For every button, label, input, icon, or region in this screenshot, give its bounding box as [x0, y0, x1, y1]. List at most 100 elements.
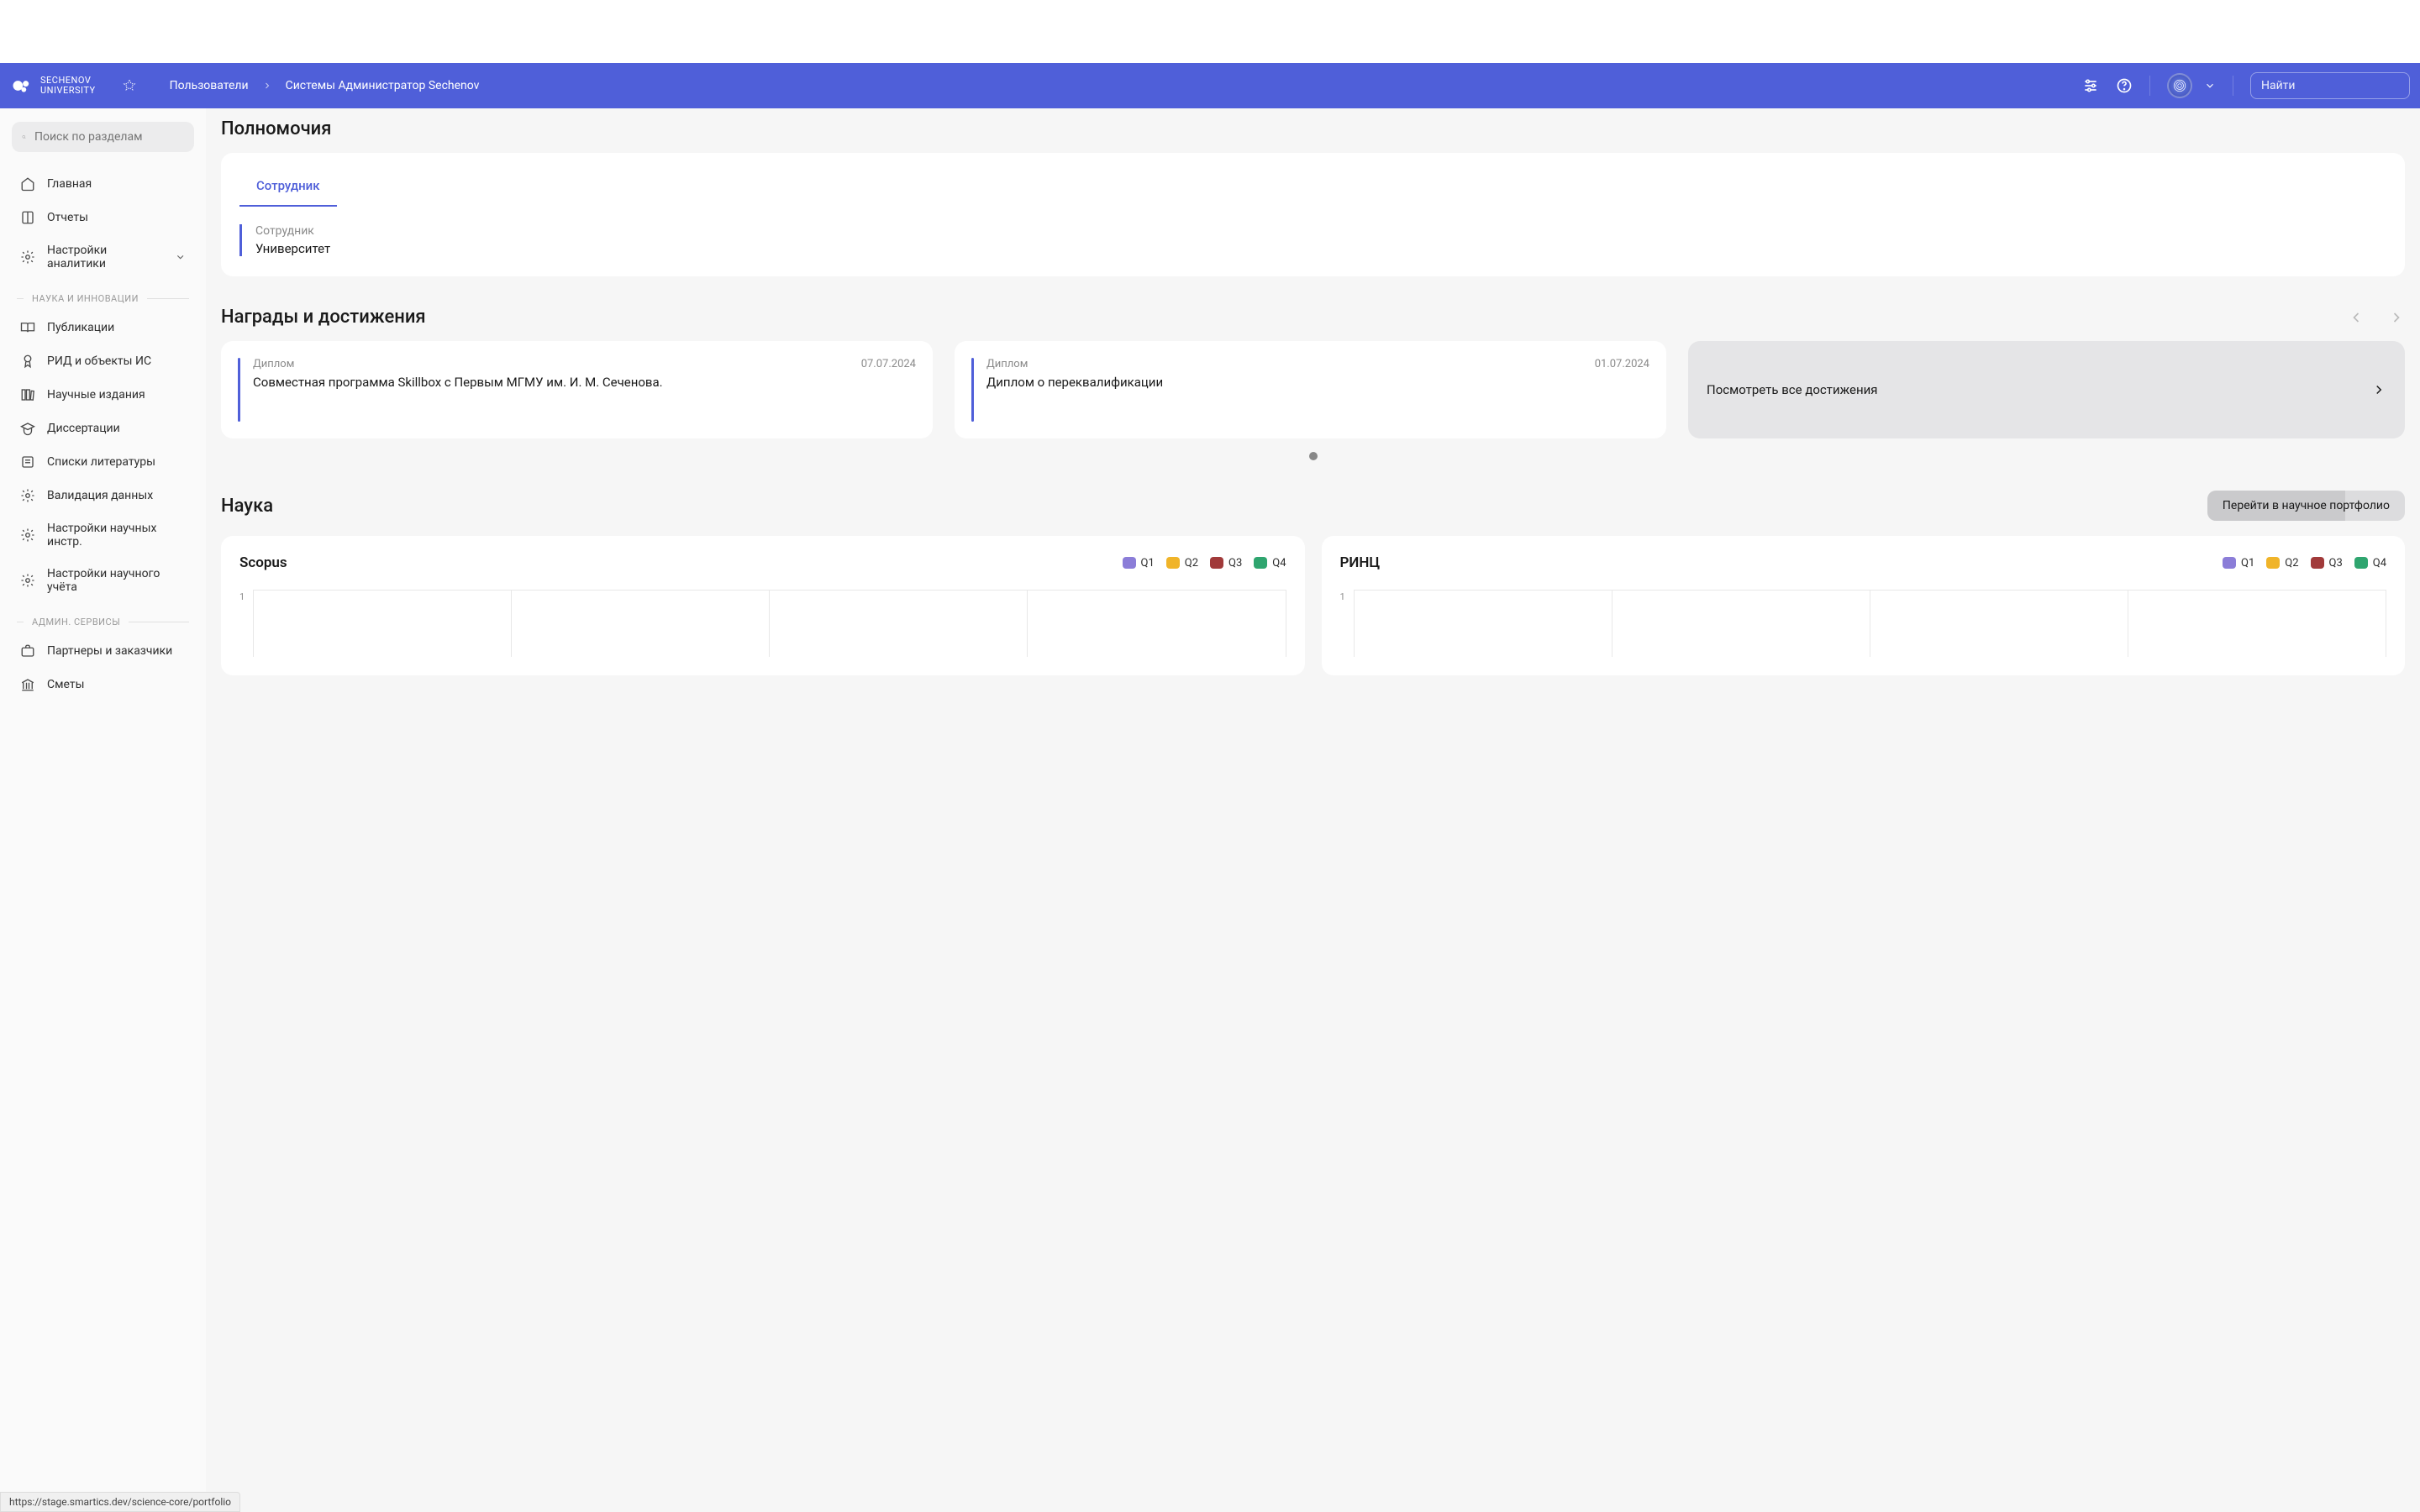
chevron-right-icon [2371, 382, 2386, 397]
logo[interactable]: SECHENOV UNIVERSITY [10, 74, 96, 97]
legend-swatch-q3 [2311, 557, 2324, 569]
sidebar-item-label: Сметы [47, 678, 84, 691]
award-card[interactable]: Диплом 07.07.2024 Совместная программа S… [221, 341, 933, 438]
view-all-awards-button[interactable]: Посмотреть все достижения [1688, 341, 2405, 438]
sidebar-section-admin: АДМИН. СЕРВИСЫ [17, 617, 189, 627]
sidebar-item-label: Диссертации [47, 422, 120, 435]
awards-title: Награды и достижения [221, 307, 426, 328]
sidebar-item-accounting[interactable]: Настройки научного учёта [12, 558, 194, 603]
sidebar-item-validation[interactable]: Валидация данных [12, 479, 194, 512]
header-search[interactable] [2250, 72, 2410, 99]
sidebar-item-journals[interactable]: Научные издания [12, 378, 194, 412]
logo-text-2: UNIVERSITY [40, 86, 96, 96]
legend-label: Q1 [1141, 557, 1155, 570]
sidebar-item-label: Настройки научного учёта [47, 567, 186, 594]
search-icon [22, 130, 26, 144]
book-icon [20, 210, 35, 225]
chart-title: РИНЦ [1340, 554, 1381, 571]
sidebar-item-analytics-settings[interactable]: Настройки аналитики [12, 234, 194, 280]
gear-icon [20, 249, 35, 265]
sidebar-item-label: Партнеры и заказчики [47, 644, 172, 658]
sidebar-search-input[interactable] [34, 130, 184, 144]
tab-employee[interactable]: Сотрудник [239, 173, 337, 207]
bank-icon [20, 677, 35, 692]
sidebar-item-partners[interactable]: Партнеры и заказчики [12, 634, 194, 668]
legend-label: Q1 [2241, 557, 2254, 570]
sidebar-item-publications[interactable]: Публикации [12, 311, 194, 344]
chart-title: Scopus [239, 554, 287, 571]
info-value: Университет [255, 241, 2386, 256]
permissions-title: Полномочия [221, 118, 2405, 139]
chart-grid [1354, 590, 2386, 657]
carousel-prev-button[interactable] [2348, 309, 2365, 326]
legend-label: Q3 [2329, 557, 2343, 570]
y-axis-tick: 1 [1340, 590, 1345, 657]
award-date: 07.07.2024 [861, 358, 916, 370]
sidebar-item-ip[interactable]: РИД и объекты ИС [12, 344, 194, 378]
sidebar-item-bibliography[interactable]: Списки литературы [12, 445, 194, 479]
permissions-info: Сотрудник Университет [239, 224, 2386, 256]
sidebar-item-home[interactable]: Главная [12, 167, 194, 201]
award-type: Диплом [986, 358, 1028, 370]
legend-swatch-q4 [2354, 557, 2368, 569]
award-type: Диплом [253, 358, 294, 370]
award-card[interactable]: Диплом 01.07.2024 Диплом о переквалифика… [955, 341, 1666, 438]
view-all-label: Посмотреть все достижения [1707, 382, 1878, 397]
info-label: Сотрудник [255, 224, 2386, 238]
sidebar-item-label: Научные издания [47, 388, 145, 402]
help-icon[interactable] [2116, 77, 2133, 94]
chevron-right-icon [262, 81, 272, 91]
sidebar-item-estimates[interactable]: Сметы [12, 668, 194, 701]
sidebar-item-reports[interactable]: Отчеты [12, 201, 194, 234]
avatar[interactable] [2167, 73, 2192, 98]
sidebar-item-label: РИД и объекты ИС [47, 354, 151, 368]
sidebar-section-science: НАУКА И ИННОВАЦИИ [17, 293, 189, 304]
legend-swatch-q3 [1210, 557, 1223, 569]
chart-legend: Q1 Q2 Q3 Q4 [2223, 557, 2386, 570]
legend-label: Q4 [2373, 557, 2386, 570]
chart-grid [253, 590, 1286, 657]
portfolio-button[interactable]: Перейти в научное портфолио [2207, 491, 2405, 521]
fingerprint-icon [2172, 78, 2187, 93]
sidebar-item-instr-settings[interactable]: Настройки научных инстр. [12, 512, 194, 558]
y-axis-tick: 1 [239, 590, 245, 657]
carousel-next-button[interactable] [2388, 309, 2405, 326]
gear-icon [20, 573, 35, 588]
legend-swatch-q4 [1254, 557, 1267, 569]
status-bar-url: https://stage.smartics.dev/science-core/… [0, 1492, 240, 1512]
books-icon [20, 387, 35, 402]
chart-scopus: Scopus Q1 Q2 Q3 Q4 1 [221, 536, 1305, 675]
legend-swatch-q2 [2266, 557, 2280, 569]
header-search-input[interactable] [2261, 79, 2411, 92]
settings-sliders-icon[interactable] [2082, 77, 2099, 94]
award-title: Диплом о переквалификации [986, 374, 1649, 391]
award-title: Совместная программа Skillbox с Первым М… [253, 374, 916, 391]
chevron-down-icon[interactable] [2204, 80, 2216, 92]
chart-legend: Q1 Q2 Q3 Q4 [1123, 557, 1286, 570]
breadcrumb-users[interactable]: Пользователи [170, 79, 249, 92]
sidebar-item-label: Настройки научных инстр. [47, 522, 186, 549]
logo-icon [10, 74, 34, 97]
gear-icon [20, 528, 35, 543]
briefcase-icon [20, 643, 35, 659]
award-icon [20, 354, 35, 369]
legend-label: Q2 [1185, 557, 1198, 570]
sidebar: Главная Отчеты Настройки аналитики НАУКА… [0, 108, 206, 1512]
science-title: Наука [221, 496, 273, 517]
chevron-down-icon [175, 251, 186, 263]
sidebar-item-label: Настройки аналитики [47, 244, 163, 270]
sidebar-item-label: Главная [47, 177, 92, 191]
sidebar-search[interactable] [12, 122, 194, 152]
sidebar-item-label: Отчеты [47, 211, 88, 224]
chart-rinc: РИНЦ Q1 Q2 Q3 Q4 1 [1322, 536, 2406, 675]
permissions-card: Сотрудник Сотрудник Университет [221, 153, 2405, 276]
award-date: 01.07.2024 [1595, 358, 1649, 370]
sidebar-item-dissertations[interactable]: Диссертации [12, 412, 194, 445]
carousel-dot[interactable] [1309, 452, 1318, 460]
sidebar-item-label: Валидация данных [47, 489, 153, 502]
book-open-icon [20, 320, 35, 335]
legend-label: Q3 [1228, 557, 1242, 570]
pin-icon[interactable] [123, 79, 136, 92]
breadcrumb: Пользователи Системы Администратор Seche… [170, 79, 2082, 92]
list-icon [20, 454, 35, 470]
